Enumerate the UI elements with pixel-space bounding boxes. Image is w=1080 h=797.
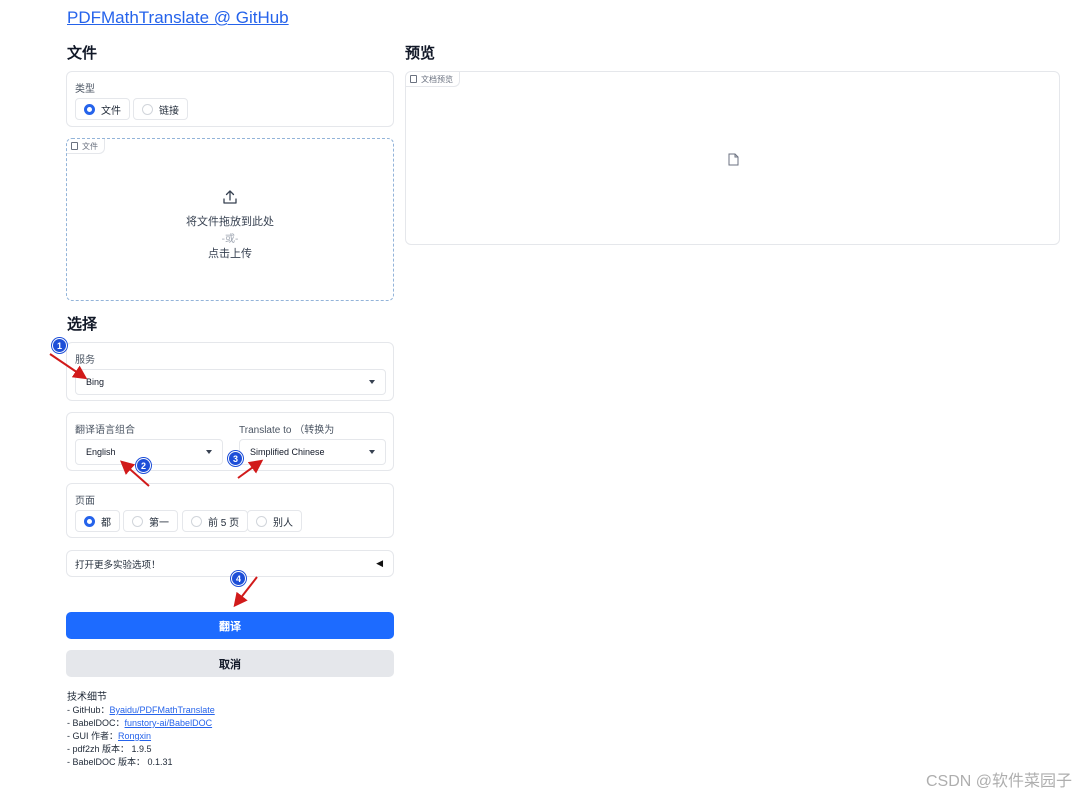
annotation-marker-4: 4	[231, 571, 246, 586]
annotation-marker-2: 2	[136, 458, 151, 473]
arrow-to-service	[49, 353, 88, 380]
annotation-marker-3: 3	[228, 451, 243, 466]
watermark: CSDN @软件菜园子	[925, 773, 1072, 790]
arrow-to-lang-to	[237, 459, 264, 479]
annotation-marker-1: 1	[52, 338, 67, 353]
annotation-arrows	[49, 353, 264, 608]
